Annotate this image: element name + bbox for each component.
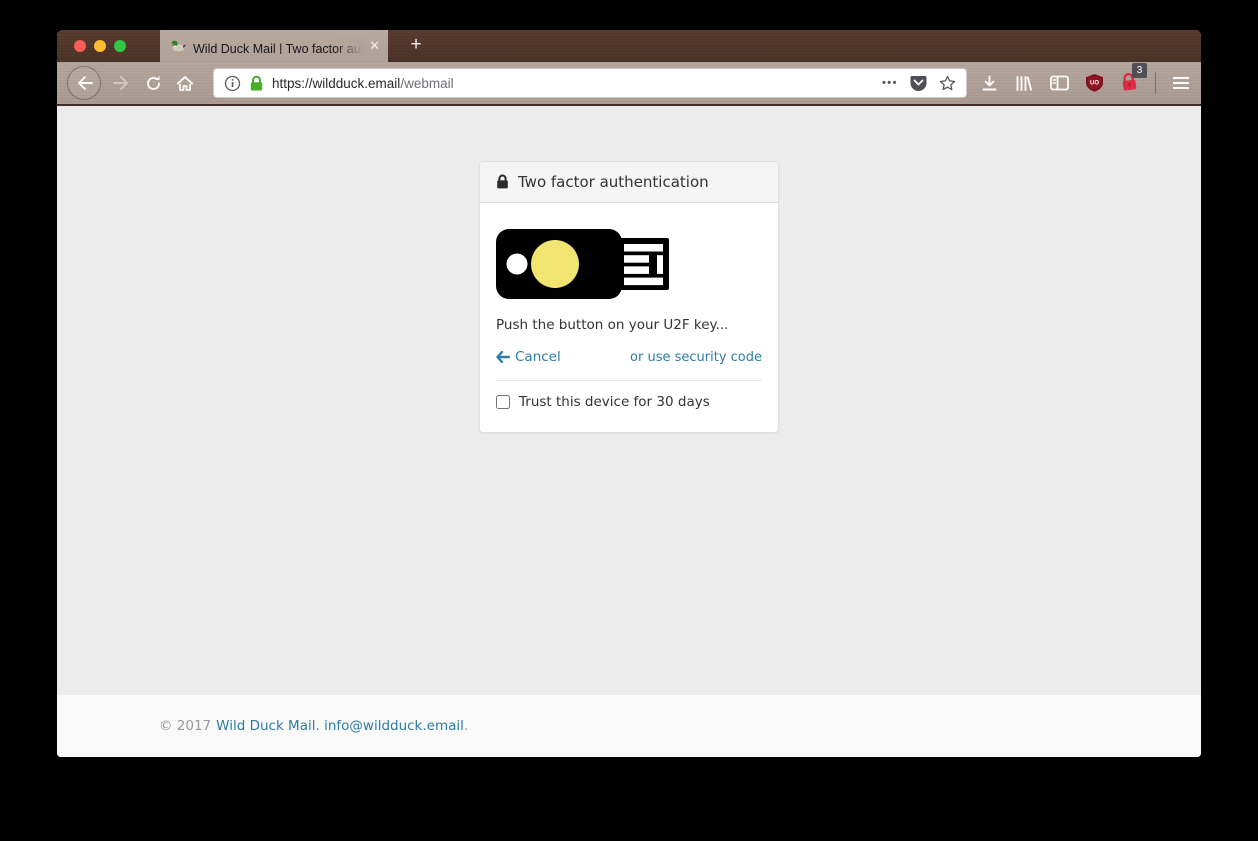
back-button[interactable] — [67, 66, 101, 100]
page-info-icon[interactable] — [224, 75, 241, 92]
page-footer: © 2017 Wild Duck Mail. info@wildduck.ema… — [57, 695, 1201, 757]
svg-text:UO: UO — [1090, 81, 1099, 87]
page-actions-icon[interactable]: ••• — [882, 77, 898, 89]
traffic-lights — [74, 40, 126, 52]
url-bar[interactable]: https://wildduck.email/webmail ••• — [213, 68, 967, 98]
https-lock-icon[interactable] — [249, 75, 264, 92]
footer-period: . — [464, 718, 468, 734]
page-content: Two factor authentication Push the butto… — [57, 106, 1201, 757]
forward-button[interactable] — [105, 67, 137, 99]
home-icon — [176, 75, 194, 92]
brand-link[interactable]: Wild Duck Mail. — [216, 718, 320, 734]
navigation-toolbar: https://wildduck.email/webmail ••• — [57, 62, 1201, 106]
password-extension-button[interactable]: 3 — [1120, 72, 1138, 95]
duck-favicon-icon — [170, 39, 186, 53]
pocket-icon[interactable] — [910, 75, 927, 91]
extension-badge: 3 — [1132, 63, 1147, 78]
panel-body: Push the button on your U2F key... Cance… — [480, 203, 778, 432]
back-arrow-icon — [76, 75, 93, 91]
tab-close-icon[interactable]: ✕ — [369, 38, 380, 54]
browser-window: Wild Duck Mail | Two factor auth ✕ + — [57, 30, 1201, 757]
contact-email-link[interactable]: info@wildduck.email — [324, 718, 464, 734]
copyright-text: © 2017 — [159, 718, 211, 734]
window-minimize-button[interactable] — [94, 40, 106, 52]
back-arrow-small-icon — [496, 351, 510, 363]
trust-device-checkbox[interactable] — [496, 395, 510, 409]
sidebar-toggle-icon[interactable] — [1050, 75, 1069, 91]
url-path: /webmail — [400, 76, 453, 91]
reload-icon — [145, 75, 162, 92]
cancel-link[interactable]: Cancel — [496, 349, 561, 365]
url-host: https://wildduck.email — [272, 76, 400, 91]
use-security-code-link[interactable]: or use security code — [630, 350, 762, 365]
trust-device-row[interactable]: Trust this device for 30 days — [496, 394, 762, 410]
ublock-origin-icon[interactable]: UO — [1086, 74, 1103, 92]
forward-arrow-icon — [113, 75, 130, 91]
menu-icon[interactable] — [1173, 77, 1189, 89]
tab-title: Wild Duck Mail | Two factor auth — [193, 38, 363, 54]
library-icon[interactable] — [1015, 75, 1033, 92]
new-tab-button[interactable]: + — [401, 30, 431, 62]
panel-divider — [496, 380, 762, 381]
toolbar-separator — [1155, 72, 1156, 94]
window-close-button[interactable] — [74, 40, 86, 52]
url-text: https://wildduck.email/webmail — [272, 76, 454, 91]
downloads-icon[interactable] — [981, 75, 998, 92]
home-button[interactable] — [169, 67, 201, 99]
toolbar-right-icons: UO 3 — [981, 72, 1191, 95]
window-zoom-button[interactable] — [114, 40, 126, 52]
panel-heading: Two factor authentication — [480, 162, 778, 203]
reload-button[interactable] — [137, 67, 169, 99]
u2f-instruction-text: Push the button on your U2F key... — [496, 317, 762, 333]
tab-wildduck[interactable]: Wild Duck Mail | Two factor auth ✕ — [160, 30, 388, 62]
two-factor-panel: Two factor authentication Push the butto… — [479, 161, 779, 433]
lock-icon — [495, 174, 510, 190]
trust-device-label: Trust this device for 30 days — [519, 394, 710, 410]
bookmark-star-icon[interactable] — [939, 75, 956, 92]
links-row: Cancel or use security code — [496, 349, 762, 365]
tab-bar: Wild Duck Mail | Two factor auth ✕ + — [57, 30, 1201, 62]
panel-title: Two factor authentication — [518, 173, 709, 191]
u2f-key-image — [496, 229, 671, 299]
